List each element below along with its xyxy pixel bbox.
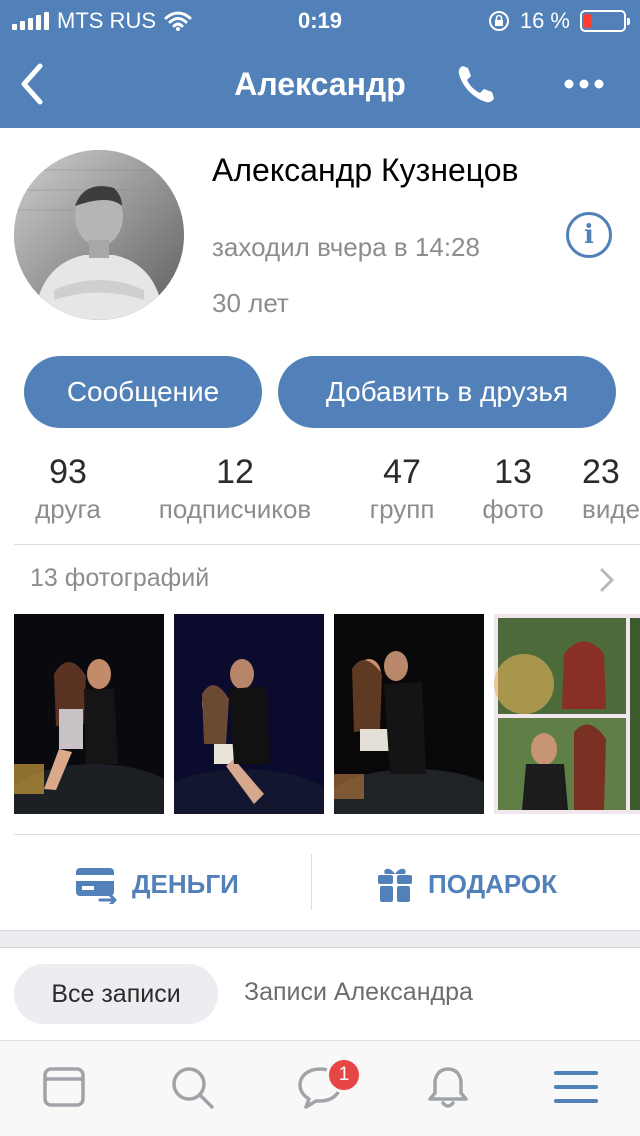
vertical-divider [311, 854, 312, 910]
photo-thumbnail[interactable] [334, 614, 484, 814]
nav-bar: Александр [0, 40, 640, 128]
chevron-right-icon[interactable] [596, 566, 618, 594]
counter-value: 12 [216, 453, 254, 491]
counter-label: видео [582, 494, 640, 524]
counter-label: групп [369, 494, 435, 524]
counters-row: 93 друга 12 подписчиков 47 групп 13 фото… [0, 448, 640, 544]
profile-name: Александр Кузнецов [212, 152, 519, 188]
status-right: 16 % [488, 8, 630, 34]
counter-videos[interactable]: 23 видео [582, 452, 640, 526]
counter-friends[interactable]: 93 друга [18, 452, 118, 526]
section-separator [0, 930, 640, 948]
more-dots-icon[interactable] [562, 68, 606, 100]
money-button[interactable]: ДЕНЬГИ [74, 856, 239, 912]
message-button[interactable]: Сообщение [24, 356, 262, 428]
tab-all-posts[interactable]: Все записи [14, 964, 218, 1024]
photo-thumbnail[interactable] [174, 614, 324, 814]
header-bar: MTS RUS 0:19 16 % Александр [0, 0, 640, 128]
avatar[interactable] [14, 150, 184, 320]
battery-percent: 16 % [519, 8, 570, 33]
counter-label: друга [35, 494, 101, 524]
tab-own-posts[interactable]: Записи Александра [244, 978, 473, 1007]
photo-thumbnail[interactable] [14, 614, 164, 814]
counter-value: 23 [582, 453, 620, 491]
battery-fill [584, 14, 591, 28]
phone-icon[interactable] [452, 60, 500, 108]
divider [14, 544, 640, 545]
counter-groups[interactable]: 47 групп [352, 452, 452, 526]
notifications-icon[interactable] [424, 1063, 472, 1111]
counter-value: 47 [383, 453, 421, 491]
avatar-photo [14, 150, 184, 320]
orientation-lock-icon [488, 11, 509, 31]
battery-icon [580, 10, 630, 32]
search-icon[interactable] [168, 1063, 216, 1111]
divider [14, 834, 640, 835]
photos-header[interactable]: 13 фотографий [30, 564, 209, 593]
gift-button[interactable]: ПОДАРОК [376, 856, 557, 912]
photo-thumbnail[interactable] [494, 614, 640, 814]
counter-label: фото [482, 494, 544, 524]
news-icon[interactable] [40, 1063, 88, 1111]
money-label: ДЕНЬГИ [132, 868, 239, 899]
info-icon[interactable]: i [566, 212, 612, 258]
counter-label: подписчиков [158, 494, 312, 524]
nav-title: Александр [234, 66, 406, 102]
menu-icon[interactable] [552, 1063, 600, 1111]
counter-value: 13 [494, 453, 532, 491]
status-bar: MTS RUS 0:19 16 % [0, 0, 640, 40]
counter-followers[interactable]: 12 подписчиков [140, 452, 330, 526]
bottom-tab-bar: 1 [0, 1040, 640, 1136]
messages-badge: 1 [326, 1057, 362, 1093]
profile-age: 30 лет [212, 288, 289, 318]
counter-value: 93 [49, 453, 87, 491]
money-transfer-icon [76, 868, 117, 904]
gift-icon [378, 868, 412, 902]
counter-photos[interactable]: 13 фото [468, 452, 558, 526]
last-seen: заходил вчера в 14:28 [212, 232, 480, 262]
add-friend-button[interactable]: Добавить в друзья [278, 356, 616, 428]
gift-label: ПОДАРОК [428, 868, 557, 899]
